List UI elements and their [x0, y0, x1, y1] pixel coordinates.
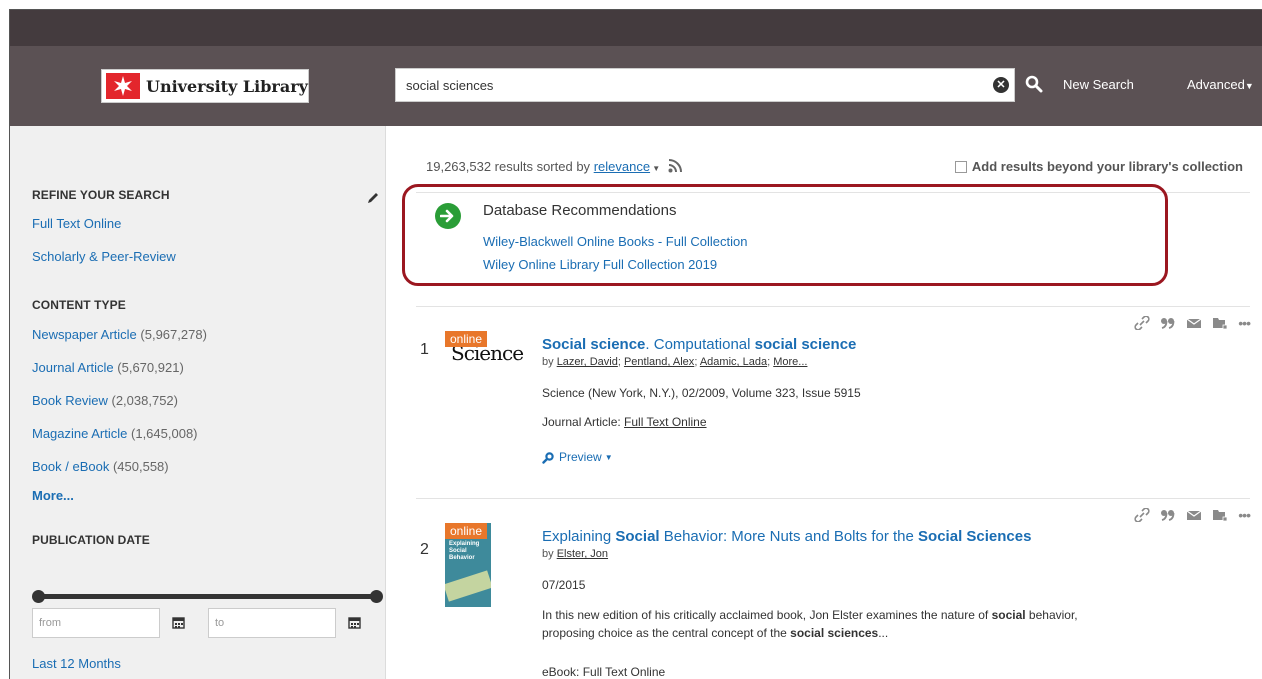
date-slider-track[interactable] [37, 594, 377, 599]
refine-heading: REFINE YOUR SEARCH [32, 188, 170, 202]
app-frame: University Library ✕ New Search Advanced… [9, 9, 1262, 679]
results-pane: 19,263,532 results sorted by relevance ▼… [396, 126, 1262, 679]
database-recommendations-title: Database Recommendations [483, 202, 677, 219]
sort-relevance-link[interactable]: relevance [594, 159, 650, 174]
more-icon[interactable]: ••• [1238, 315, 1251, 331]
email-icon[interactable] [1186, 316, 1202, 330]
facet-scholarly-peer-review[interactable]: Scholarly & Peer-Review [32, 249, 176, 264]
search-icon [1025, 75, 1043, 93]
result-abstract: In this new edition of his critically ac… [542, 608, 1078, 640]
facet-journal-article[interactable]: Journal Article (5,670,921) [32, 360, 184, 375]
result-item: 2 Explaining Social Behavior online Expl… [416, 499, 1251, 679]
quote-icon[interactable] [1160, 316, 1176, 330]
search-button[interactable] [1018, 68, 1050, 100]
result-item: 1 Science online Social science. Computa… [416, 307, 1251, 497]
full-text-online-link[interactable]: Full Text Online [583, 665, 665, 679]
result-number: 2 [420, 541, 429, 558]
thumbnail-text: Explaining Social Behavior [449, 541, 480, 561]
caret-down-icon: ▼ [1244, 81, 1254, 91]
add-beyond-checkbox[interactable] [954, 160, 967, 173]
result-actions: ••• [1134, 507, 1251, 523]
online-badge: online [445, 523, 488, 539]
sidebar: REFINE YOUR SEARCH Full Text Online Scho… [10, 126, 386, 679]
quote-icon[interactable] [1160, 508, 1176, 522]
author-link[interactable]: Elster, Jon [557, 548, 608, 560]
folder-icon[interactable] [1212, 316, 1228, 330]
author-link[interactable]: Pentland, Alex [624, 356, 694, 368]
database-recommendations-box: Database Recommendations Wiley-Blackwell… [402, 184, 1168, 286]
date-from-input[interactable]: from [32, 608, 160, 638]
link-icon[interactable] [1134, 508, 1150, 522]
result-actions: ••• [1134, 315, 1251, 331]
header: University Library ✕ New Search Advanced… [10, 46, 1262, 126]
result-authors: by Lazer, David; Pentland, Alex; Adamic,… [542, 356, 808, 368]
result-date: 07/2015 [542, 578, 586, 592]
db-rec-link-wiley-blackwell[interactable]: Wiley-Blackwell Online Books - Full Coll… [483, 234, 747, 249]
arrow-right-icon [435, 203, 461, 229]
date-to-input[interactable]: to [208, 608, 336, 638]
add-beyond-collection[interactable]: Add results beyond your library's collec… [954, 159, 1243, 174]
result-title-link[interactable]: Explaining Social Behavior: More Nuts an… [542, 528, 1031, 545]
search-input[interactable] [396, 69, 986, 101]
author-link[interactable]: Lazer, David [557, 356, 618, 368]
calendar-icon[interactable] [172, 616, 185, 629]
link-icon[interactable] [1134, 316, 1150, 330]
date-slider-start-handle[interactable] [32, 590, 45, 603]
caret-down-icon: ▼ [604, 452, 613, 462]
more-authors-link[interactable]: More... [773, 356, 807, 368]
rss-icon[interactable] [668, 159, 682, 173]
email-icon[interactable] [1186, 508, 1202, 522]
author-link[interactable]: Adamic, Lada [700, 356, 767, 368]
top-bar [10, 10, 1262, 46]
publication-date-heading: PUBLICATION DATE [32, 533, 150, 547]
caret-down-icon[interactable]: ▼ [650, 164, 660, 173]
calendar-icon[interactable] [348, 616, 361, 629]
result-authors: by Elster, Jon [542, 548, 609, 560]
facet-more-link[interactable]: More... [32, 488, 74, 503]
content-type-heading: CONTENT TYPE [32, 298, 126, 312]
thumbnail-art [445, 570, 491, 602]
online-badge: online [445, 331, 488, 347]
library-logo[interactable]: University Library [101, 69, 309, 103]
new-search-link[interactable]: New Search [1063, 77, 1134, 92]
facet-magazine-article[interactable]: Magazine Article (1,645,008) [32, 426, 198, 441]
facet-newspaper-article[interactable]: Newspaper Article (5,967,278) [32, 327, 207, 342]
result-title-link[interactable]: Social science. Computational social sci… [542, 336, 856, 353]
results-summary: 19,263,532 results sorted by relevance ▼ [426, 159, 682, 174]
preview-toggle[interactable]: Preview ▼ [542, 450, 613, 464]
facet-full-text-online[interactable]: Full Text Online [32, 216, 121, 231]
result-source: Science (New York, N.Y.), 02/2009, Volum… [542, 386, 861, 400]
facet-last-12-months[interactable]: Last 12 Months [32, 656, 121, 671]
star-logo-icon [106, 73, 140, 99]
result-format: Journal Article: Full Text Online [542, 415, 707, 429]
result-format: eBook: Full Text Online [542, 665, 666, 679]
more-icon[interactable]: ••• [1238, 507, 1251, 523]
facet-book-review[interactable]: Book Review (2,038,752) [32, 393, 178, 408]
result-number: 1 [420, 341, 429, 358]
logo-text: University Library [146, 76, 308, 96]
date-slider-end-handle[interactable] [370, 590, 383, 603]
preview-magnifier-icon [542, 451, 554, 464]
pencil-icon[interactable] [367, 192, 379, 204]
facet-book-ebook[interactable]: Book / eBook (450,558) [32, 459, 169, 474]
search-box: ✕ [395, 68, 1015, 102]
folder-icon[interactable] [1212, 508, 1228, 522]
clear-icon[interactable]: ✕ [993, 77, 1009, 93]
full-text-online-link[interactable]: Full Text Online [624, 415, 706, 429]
advanced-search-link[interactable]: Advanced▼ [1187, 77, 1254, 92]
db-rec-link-wiley-online-library[interactable]: Wiley Online Library Full Collection 201… [483, 257, 717, 272]
